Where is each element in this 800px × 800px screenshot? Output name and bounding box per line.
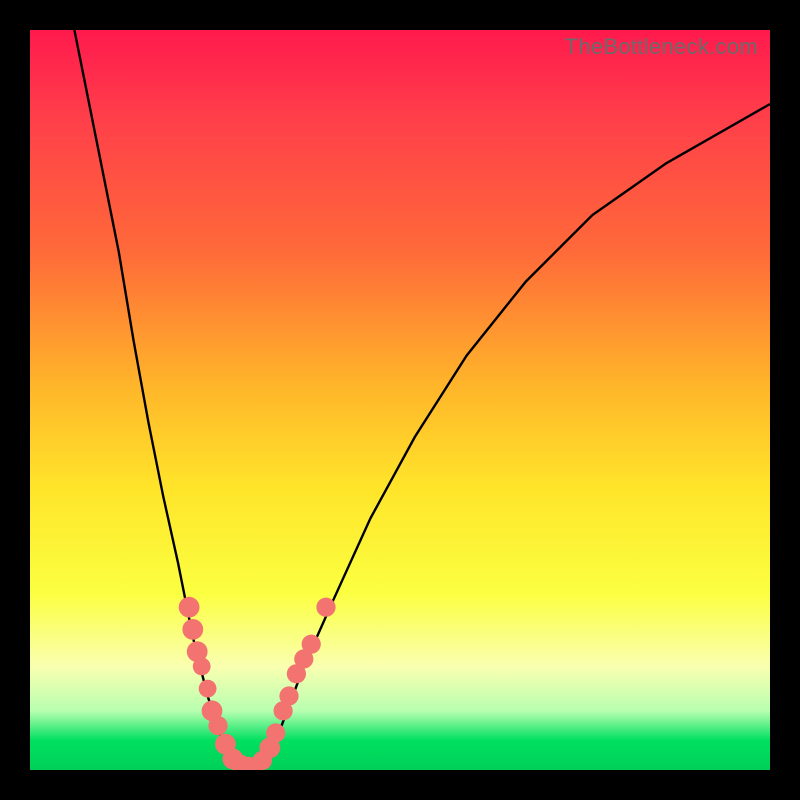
data-marker — [316, 598, 335, 617]
data-marker — [279, 686, 298, 705]
curve-svg — [30, 30, 770, 770]
data-marker — [179, 597, 200, 618]
marker-group — [179, 597, 336, 770]
data-marker — [208, 716, 227, 735]
data-marker — [182, 619, 203, 640]
chart-frame: TheBottleneck.com — [0, 0, 800, 800]
data-marker — [193, 658, 211, 676]
bottleneck-curve — [74, 30, 770, 770]
plot-area: TheBottleneck.com — [30, 30, 770, 770]
data-marker — [266, 723, 285, 742]
data-marker — [302, 635, 321, 654]
data-marker — [199, 680, 217, 698]
